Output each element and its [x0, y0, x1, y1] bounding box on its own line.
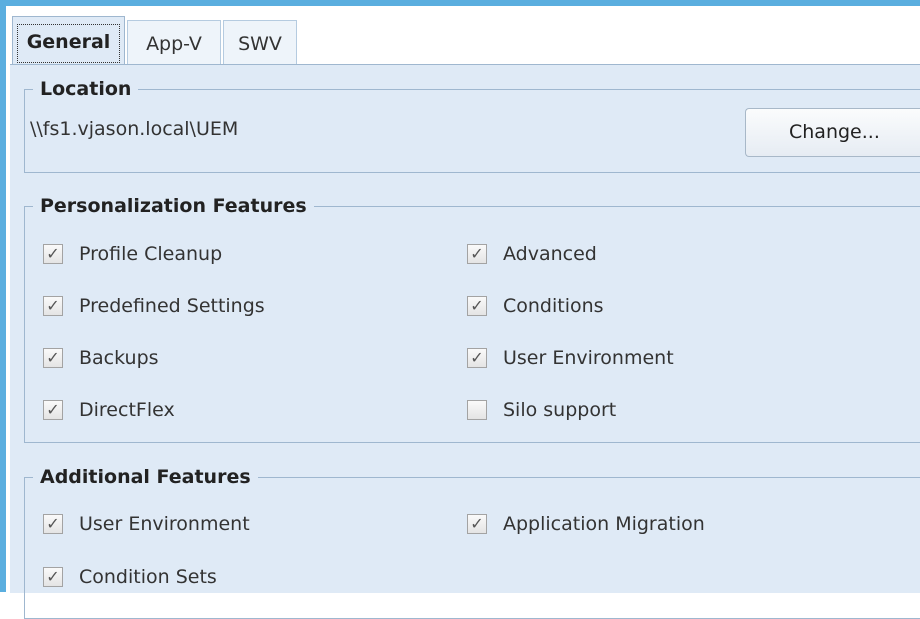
checkbox-label: Application Migration — [503, 513, 705, 535]
tab-swv[interactable]: SWV — [223, 20, 297, 68]
additional-features-group: Additional Features — [24, 465, 920, 619]
checkmark-icon: ✓ — [43, 514, 63, 534]
change-location-button[interactable]: Change... — [745, 108, 920, 157]
checkmark-icon: ✓ — [467, 296, 487, 316]
checkbox-label: Advanced — [503, 243, 597, 265]
checkbox-label: Silo support — [503, 399, 617, 421]
location-path: \\fs1.vjason.local\UEM — [30, 118, 239, 140]
checkbox-label: Profile Cleanup — [79, 243, 223, 265]
checkmark-icon: ✓ — [467, 348, 487, 368]
checkbox-label: User Environment — [503, 347, 674, 369]
checkmark-icon: ✓ — [467, 514, 487, 534]
change-button-label: Change... — [789, 121, 880, 143]
additional-features-title: Additional Features — [33, 465, 258, 489]
checkbox-label: Backups — [79, 347, 159, 369]
unchecked-box-icon — [467, 400, 487, 420]
checkmark-icon: ✓ — [43, 296, 63, 316]
checkbox-label: User Environment — [79, 513, 250, 535]
checkmark-icon: ✓ — [467, 244, 487, 264]
checkbox-label: Conditions — [503, 295, 604, 317]
tab-strip: General App-V SWV — [10, 6, 920, 72]
checkbox-label: DirectFlex — [79, 399, 175, 421]
checkmark-icon: ✓ — [43, 244, 63, 264]
checkmark-icon: ✓ — [43, 567, 63, 587]
window-left-border — [0, 0, 6, 592]
tab-app-v[interactable]: App-V — [127, 20, 221, 68]
tab-swv-label: SWV — [238, 33, 282, 55]
location-group-title: Location — [33, 77, 139, 101]
checkbox-label: Condition Sets — [79, 566, 217, 588]
checkmark-icon: ✓ — [43, 348, 63, 368]
personalization-features-title: Personalization Features — [33, 194, 314, 218]
checkbox-label: Predefined Settings — [79, 295, 265, 317]
checkmark-icon: ✓ — [43, 400, 63, 420]
general-tab-panel: Location \\fs1.vjason.local\UEM Change..… — [10, 64, 920, 619]
tab-app-v-label: App-V — [146, 33, 202, 55]
focus-ring — [17, 24, 120, 63]
